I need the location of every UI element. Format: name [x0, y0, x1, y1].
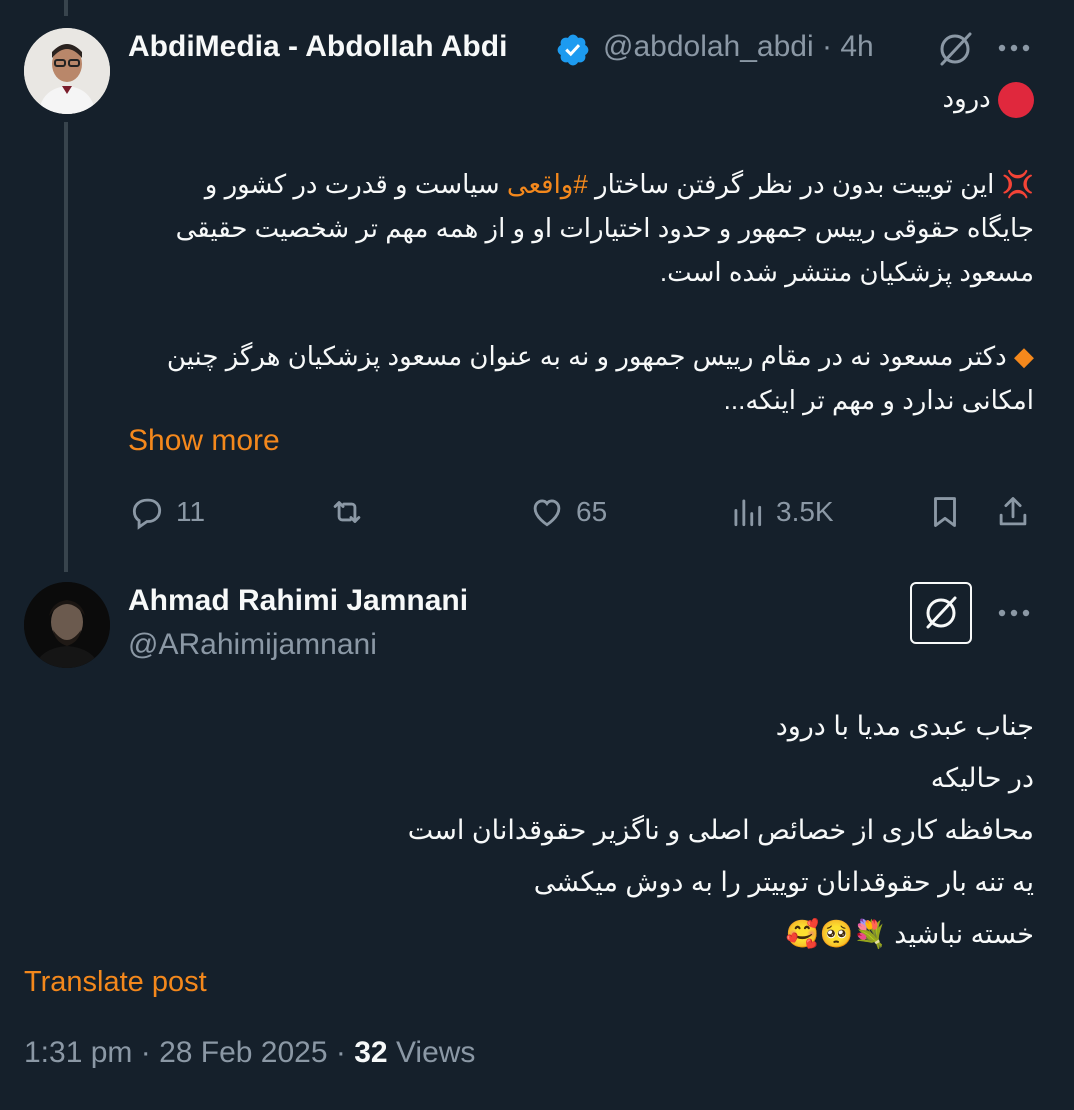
share-button[interactable] — [994, 492, 1032, 532]
grok-button[interactable] — [910, 582, 972, 644]
post-meta: 1:31 pm · 28 Feb 2025 · 32 Views — [24, 1036, 476, 1069]
share-icon — [999, 497, 1027, 526]
reply-line: محافظه کاری از خصائص اصلی و ناگزیر حقوقد… — [407, 815, 1034, 845]
avatar-abdimedia[interactable] — [24, 28, 110, 114]
views-label: Views — [395, 1036, 476, 1069]
para1-prefix: این توییت بدون در نظر گرفتن ساختار — [587, 169, 995, 199]
thread-connector — [64, 122, 68, 572]
more-options-icon[interactable] — [994, 601, 1034, 625]
tweet-thread: AbdiMedia - Abdollah Abdi @abdolah_abdi … — [0, 0, 1074, 1110]
repost-button[interactable] — [328, 492, 366, 532]
reply-line: یه تنه بار حقوقدانان توییتر را به دوش می… — [533, 867, 1034, 897]
translate-post-link[interactable]: Translate post — [24, 966, 207, 999]
analytics-icon — [734, 499, 762, 527]
thread-connector-top — [64, 0, 68, 16]
reply-count: 11 — [176, 496, 206, 527]
views-count: 32 — [354, 1036, 388, 1069]
more-options-icon[interactable] — [994, 36, 1034, 60]
anger-icon: 💢 — [1001, 169, 1034, 199]
avatar-rahimi[interactable] — [24, 582, 110, 668]
views-button[interactable]: 3.5K — [728, 492, 834, 532]
red-circle-icon — [998, 82, 1034, 119]
orange-diamond-icon: ◆ — [1014, 341, 1034, 371]
show-more-link[interactable]: Show more — [128, 424, 280, 458]
reply-line: خسته نباشید — [894, 919, 1034, 949]
reply-icon — [132, 498, 162, 530]
reply-line: در حالیکه — [930, 763, 1034, 793]
bookmark-icon — [934, 497, 956, 527]
author-name[interactable]: Ahmad Rahimi Jamnani — [128, 584, 468, 618]
author-handle[interactable]: @ARahimijamnani — [128, 628, 377, 662]
like-button[interactable]: 65 — [528, 492, 607, 532]
views-count: 3.5K — [776, 496, 834, 527]
reply-button[interactable]: 11 — [128, 492, 205, 532]
heart-icon — [533, 499, 561, 527]
reply-body: جناب عبدی مدیا با درود در حالیکه محافظه … — [134, 700, 1034, 960]
post-paragraph-2: ◆ دکتر مسعود نه در مقام رییس جمهور و نه … — [154, 334, 1034, 422]
reply-line-last: خسته نباشید 💐🥺🥰 — [134, 908, 1034, 960]
repost-icon — [333, 501, 361, 523]
post-time[interactable]: 1:31 pm — [24, 1036, 132, 1069]
emoji-group: 💐🥺🥰 — [785, 919, 887, 949]
greeting-line: درود — [134, 76, 1034, 120]
post-paragraph-1: 💢 این توییت بدون در نظر گرفتن ساختار #وا… — [174, 162, 1034, 294]
author-handle[interactable]: @abdolah_abdi — [603, 30, 814, 63]
post-date[interactable]: 28 Feb 2025 — [159, 1036, 327, 1069]
bookmark-button[interactable] — [926, 492, 964, 532]
author-name[interactable]: AbdiMedia - Abdollah Abdi — [128, 30, 507, 64]
verified-badge-icon — [557, 34, 589, 66]
greeting-text: درود — [942, 83, 991, 113]
like-count: 65 — [576, 496, 608, 527]
post-time[interactable]: 4h — [840, 30, 873, 63]
reply-line: جناب عبدی مدیا با درود — [775, 711, 1034, 741]
grok-icon — [926, 596, 957, 629]
hashtag-link[interactable]: #واقعی — [507, 169, 588, 199]
grok-icon[interactable] — [934, 28, 976, 70]
para2-text: دکتر مسعود نه در مقام رییس جمهور و نه به… — [166, 341, 1034, 415]
meta-separator: · — [821, 30, 832, 63]
